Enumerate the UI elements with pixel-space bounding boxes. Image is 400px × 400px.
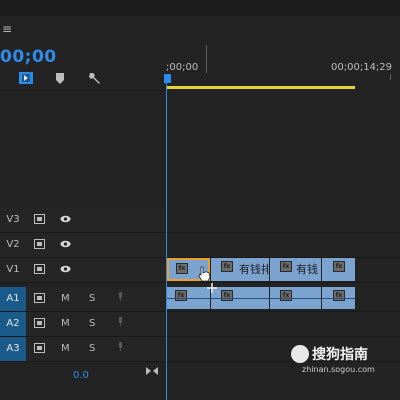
fx-badge: fx (221, 290, 233, 301)
track-label-v3[interactable]: V3 (0, 208, 26, 232)
fx-badge: fx (221, 261, 233, 272)
mute-button[interactable]: M (61, 337, 70, 361)
ruler-end-label: 00;00;14;29 (331, 62, 393, 73)
microphone-icon[interactable] (115, 342, 126, 352)
audio-waveform (322, 298, 355, 299)
fx-badge: fx (280, 290, 292, 301)
track-header-v1: V1 (0, 258, 166, 283)
audio-clip[interactable]: fx (211, 287, 269, 309)
wrench-icon[interactable] (88, 71, 102, 85)
mute-button[interactable]: M (61, 287, 70, 311)
microphone-icon[interactable] (115, 317, 126, 327)
fx-badge: fx (333, 290, 345, 301)
track-label-a3[interactable]: A3 (0, 337, 26, 361)
eye-icon[interactable] (60, 239, 71, 249)
panel-top-bar (0, 0, 400, 16)
sync-lock-icon[interactable] (34, 343, 45, 353)
track-label-v2[interactable]: V2 (0, 233, 26, 257)
solo-button[interactable]: S (89, 337, 95, 361)
track-label-a1[interactable]: A1 (0, 287, 26, 311)
playhead-line[interactable] (166, 80, 167, 400)
hand-cursor-icon (198, 266, 211, 282)
sync-lock-icon[interactable] (34, 318, 45, 328)
eye-icon[interactable] (60, 264, 71, 274)
track-header-v3: V3 (0, 208, 166, 233)
video-clip[interactable]: fx 有钱 (270, 258, 321, 281)
watermark-url: zhinan.sogou.com (302, 365, 375, 374)
video-clip[interactable]: fx (322, 258, 355, 281)
track-label-v1[interactable]: V1 (0, 258, 26, 282)
clip-title: 有钱 (296, 263, 318, 276)
track-header-a3: A3 M S (0, 337, 166, 362)
solo-button[interactable]: S (89, 287, 95, 311)
sync-lock-icon[interactable] (34, 264, 45, 274)
menu-icon[interactable]: ≡ (2, 23, 12, 35)
track-header-a2: A2 M S (0, 312, 166, 337)
eye-icon[interactable] (60, 214, 71, 224)
work-area-bar[interactable] (167, 86, 355, 89)
snap-icon[interactable] (19, 72, 33, 84)
fx-badge: fx (280, 261, 292, 272)
audio-clip[interactable]: fx (167, 287, 210, 309)
fx-badge: fx (333, 261, 345, 272)
sync-lock-icon[interactable] (34, 214, 45, 224)
track-lane-a1[interactable]: fx fx fx fx (166, 287, 400, 312)
track-lane-a2[interactable] (166, 312, 400, 337)
ruler-tick (390, 74, 391, 80)
sogou-logo-icon (291, 345, 309, 363)
master-volume-readout[interactable]: 0.0 (73, 370, 89, 381)
marker-icon[interactable] (55, 73, 65, 85)
microphone-icon[interactable] (115, 292, 126, 302)
track-lane-v3[interactable] (166, 208, 400, 233)
audio-waveform (167, 298, 210, 299)
track-label-a2[interactable]: A2 (0, 312, 26, 336)
watermark-text: 搜狗指南 (312, 347, 368, 363)
track-header-a1: A1 M S (0, 287, 166, 312)
audio-clip[interactable]: fx (322, 287, 355, 309)
fx-badge: fx (175, 290, 187, 301)
mute-button[interactable]: M (61, 312, 70, 336)
track-header-v2: V2 (0, 233, 166, 258)
fx-badge: fx (176, 263, 188, 274)
header-divider (0, 90, 166, 91)
clip-title: 有钱排 (239, 263, 269, 276)
ruler-start-label: ;00;00 (166, 62, 199, 73)
video-clip[interactable]: fx 有钱排 (211, 258, 269, 281)
sequence-timecode[interactable]: 00;00 (0, 47, 57, 67)
audio-waveform (211, 298, 269, 299)
sync-lock-icon[interactable] (34, 239, 45, 249)
audio-waveform (270, 298, 321, 299)
sync-lock-icon[interactable] (34, 293, 45, 303)
track-lane-v2[interactable] (166, 233, 400, 258)
trim-icon[interactable] (146, 366, 158, 376)
audio-clip[interactable]: fx (270, 287, 321, 309)
ruler-tick (206, 45, 207, 73)
move-cursor-icon (207, 283, 217, 293)
solo-button[interactable]: S (89, 312, 95, 336)
